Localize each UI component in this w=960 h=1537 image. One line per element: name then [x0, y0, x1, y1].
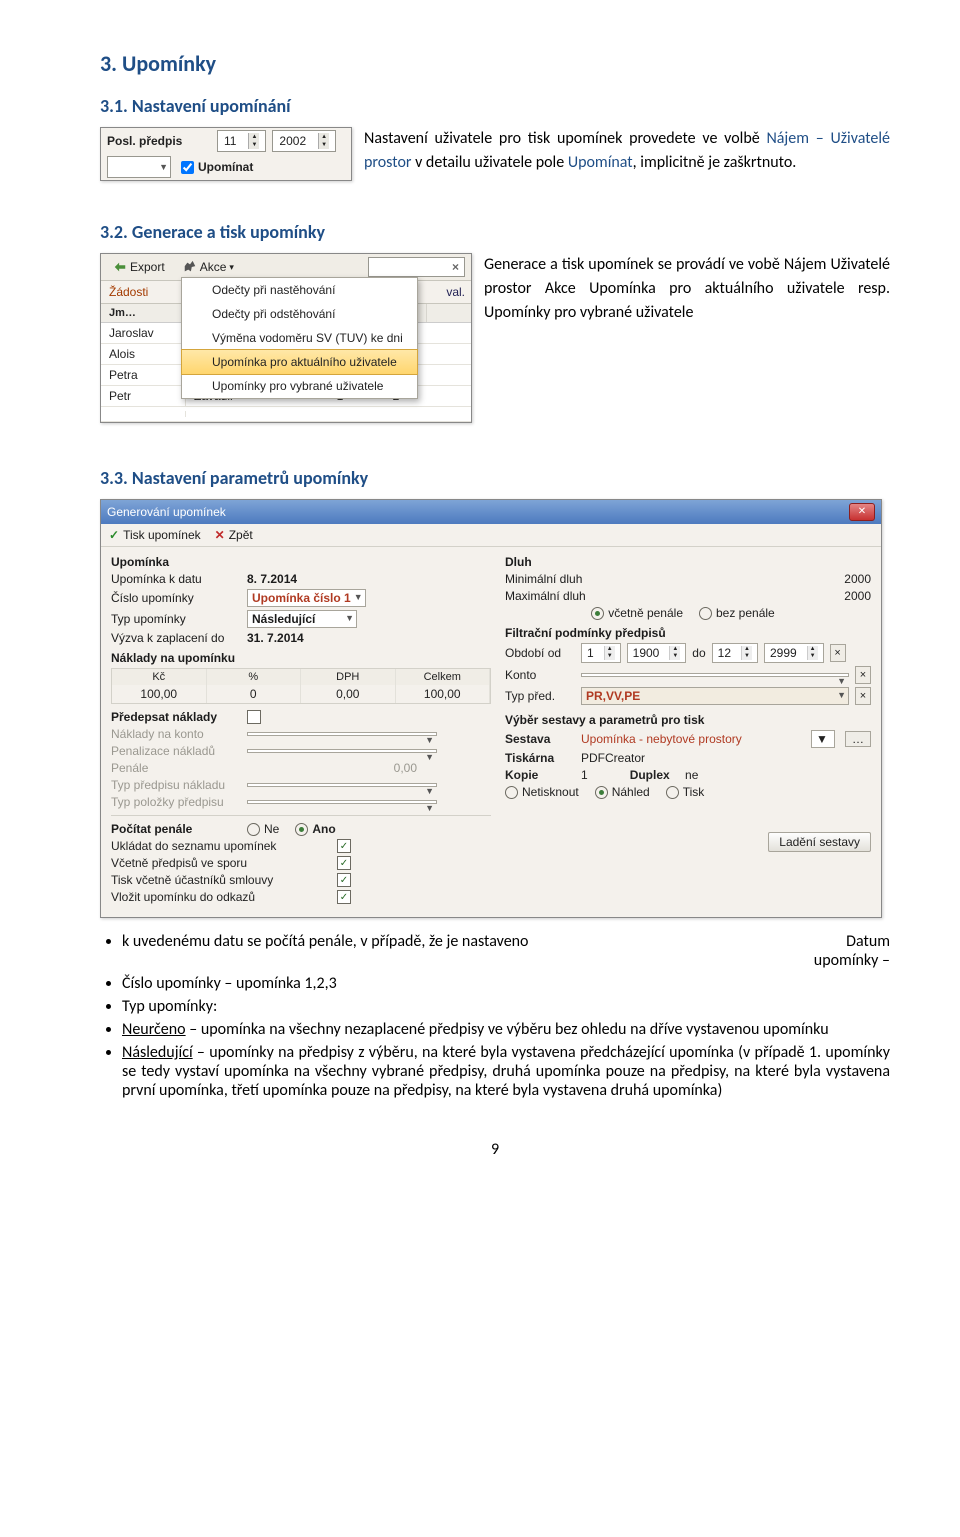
page-number: 9 — [100, 1140, 890, 1159]
heading-32: 3.2. Generace a tisk upomínky — [100, 221, 890, 243]
zpet-button[interactable]: ✕ Zpět — [215, 528, 253, 542]
typ-pred-clear-icon[interactable]: × — [855, 687, 871, 705]
ukladat-checkbox[interactable]: ✓ — [337, 839, 351, 853]
menu-item[interactable]: Výměna vodoměru SV (TUV) ke dni — [182, 326, 417, 350]
menu-item[interactable]: Odečty při nastěhování — [182, 278, 417, 302]
table-row[interactable]: Jaroslav — [101, 323, 186, 343]
obdobi-do-y[interactable]: 2999▲▼ — [764, 643, 824, 663]
sestava-dropdown[interactable]: ▼ — [811, 730, 835, 748]
heading-upominky: 3. Upomínky — [100, 50, 890, 77]
obdobi-clear-icon[interactable]: × — [830, 644, 846, 662]
menu-item[interactable]: Upomínky pro vybrané uživatele — [182, 374, 417, 398]
tisk-radio[interactable]: Tisk — [666, 785, 705, 799]
clear-search-icon[interactable]: × — [447, 260, 464, 274]
sestava-browse-button[interactable]: … — [845, 731, 871, 747]
penalizace-combo[interactable]: ▼ — [247, 749, 437, 753]
netisknout-radio[interactable]: Netisknout — [505, 785, 579, 799]
vlozit-odkazu-checkbox[interactable]: ✓ — [337, 890, 351, 904]
ladeni-sestavy-button[interactable]: Ladění sestavy — [768, 832, 871, 852]
close-icon[interactable]: ✕ — [849, 503, 875, 521]
menu-item[interactable]: Odečty při odstěhování — [182, 302, 417, 326]
posl-predpis-label: Posl. předpis — [107, 134, 217, 148]
pocitat-ne-radio[interactable]: Ne — [247, 822, 279, 836]
naklady-konto-combo[interactable]: ▼ — [247, 732, 437, 736]
typ-upominky-combo[interactable]: Následující▼ — [247, 610, 357, 628]
konto-clear-icon[interactable]: × — [855, 666, 871, 684]
akce-button[interactable]: Akce ▾ — [177, 258, 240, 276]
konto-combo[interactable]: ▼ — [581, 673, 849, 677]
menu-item-highlighted[interactable]: Upomínka pro aktuálního uživatele — [181, 349, 418, 375]
search-input[interactable] — [369, 258, 447, 276]
table-row[interactable]: Alois — [101, 344, 186, 364]
tisk-vcetne-checkbox[interactable]: ✓ — [337, 873, 351, 887]
obdobi-od-m[interactable]: 1▲▼ — [581, 643, 621, 663]
screenshot-generovani-upominek: Generování upomínek ✕ ✓ Tisk upomínek ✕ … — [100, 499, 890, 918]
upominka-k-datu-value: 8. 7.2014 — [247, 572, 297, 586]
vcetne-penale-radio[interactable]: včetně penále — [591, 606, 683, 620]
tab-val[interactable]: val. — [446, 285, 465, 303]
grid-header-name[interactable]: Jm… — [101, 304, 186, 322]
upominat-label: Upomínat — [198, 160, 253, 174]
typ-pred-combo[interactable]: PR,VV,PE▼ — [581, 687, 849, 705]
paragraph-32: Generace a tisk upomínek se provádí ve v… — [484, 253, 890, 325]
upominat-checkbox[interactable] — [181, 161, 194, 174]
month-spinner[interactable]: 11 ▲▼ — [217, 130, 266, 152]
year-spinner[interactable]: 2002 ▲▼ — [272, 130, 336, 152]
heading-33: 3.3. Nastavení parametrů upomínky — [100, 467, 890, 489]
empty-combo[interactable]: ▼ — [107, 156, 171, 178]
vcetne-sporu-checkbox[interactable]: ✓ — [337, 856, 351, 870]
bullet-list: k uvedenému datu se počítá penále, v pří… — [122, 932, 890, 1100]
screenshot-akce-menu: Export Akce ▾ × Žádosti val. — [100, 253, 472, 423]
tisk-upominek-button[interactable]: ✓ Tisk upomínek — [109, 528, 201, 542]
search-box[interactable]: × — [368, 257, 465, 277]
window-title: Generování upomínek — [107, 505, 226, 519]
typ-predpisu-combo[interactable]: ▼ — [247, 783, 437, 787]
tab-zadosti[interactable]: Žádosti — [109, 285, 148, 303]
heading-31: 3.1. Nastavení upomínání — [100, 95, 890, 117]
export-button[interactable]: Export — [107, 258, 171, 276]
bez-penale-radio[interactable]: bez penále — [699, 606, 775, 620]
cislo-upominky-combo[interactable]: Upomínka číslo 1▼ — [247, 589, 366, 607]
table-row[interactable]: Petr — [101, 386, 186, 406]
pocitat-ano-radio[interactable]: Ano — [295, 822, 335, 836]
typ-polozky-combo[interactable]: ▼ — [247, 800, 437, 804]
vyzva-value: 31. 7.2014 — [247, 631, 304, 645]
obdobi-do-m[interactable]: 12▲▼ — [712, 643, 758, 663]
nahled-radio[interactable]: Náhled — [595, 785, 650, 799]
group-upominka: Upomínka — [111, 555, 491, 569]
predepsat-checkbox[interactable] — [247, 710, 261, 724]
table-row[interactable]: Petra — [101, 365, 186, 385]
screenshot-user-settings: Posl. předpis 11 ▲▼ 2002 ▲▼ ▼ Upomínat — [100, 127, 352, 181]
obdobi-od-y[interactable]: 1900▲▼ — [627, 643, 687, 663]
paragraph-31: Nastavení uživatele pro tisk upomínek pr… — [364, 127, 890, 175]
